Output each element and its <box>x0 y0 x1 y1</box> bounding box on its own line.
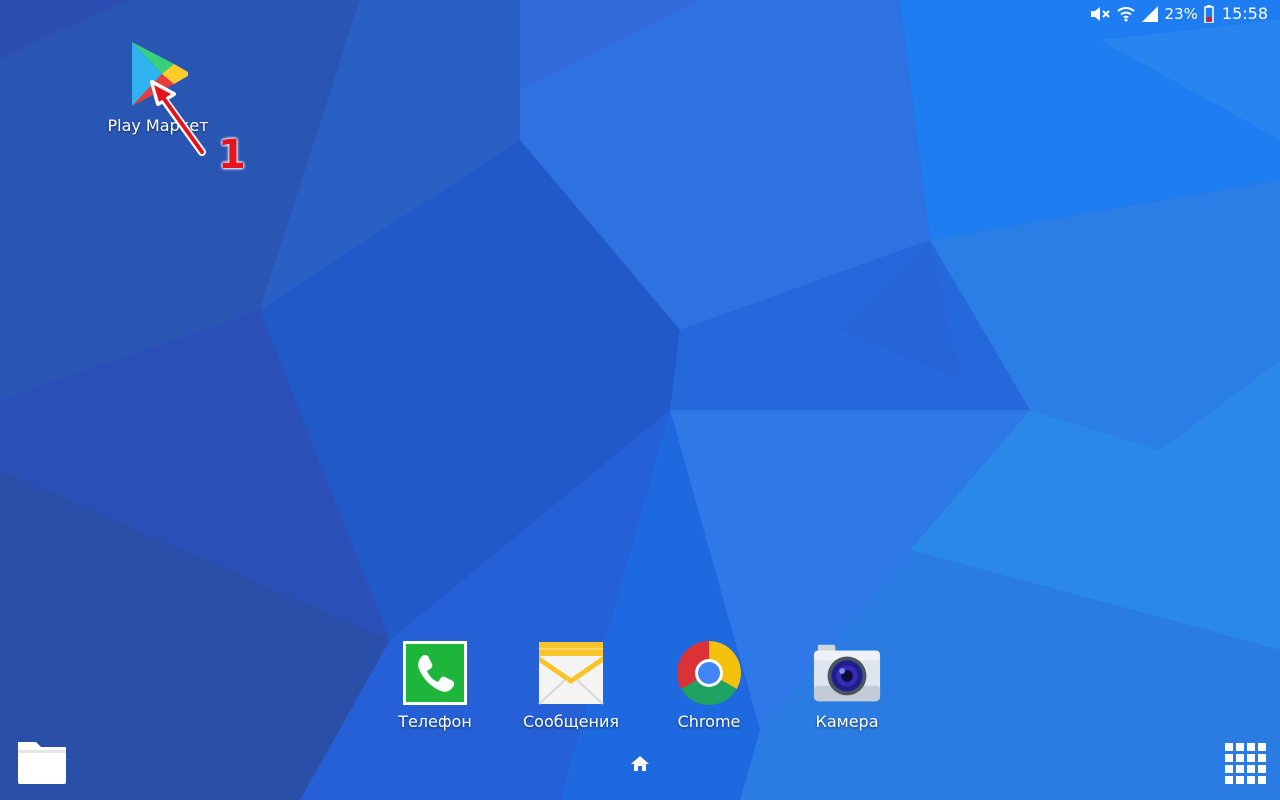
battery-icon <box>1204 4 1214 23</box>
messages-icon <box>536 638 606 708</box>
dock-camera-app[interactable]: Камера <box>792 638 902 731</box>
status-icons: 23% 15:58 <box>1089 4 1268 23</box>
dock-phone-app[interactable]: Телефон <box>380 638 490 731</box>
camera-icon <box>812 638 882 708</box>
dock-phone-label: Телефон <box>398 712 472 731</box>
apps-grid-icon <box>1225 743 1266 784</box>
apps-button[interactable] <box>1224 742 1268 786</box>
home-indicator[interactable] <box>630 755 650 773</box>
status-bar: 23% 15:58 <box>0 0 1280 28</box>
play-store-icon <box>126 40 190 112</box>
dock-camera-label: Камера <box>815 712 879 731</box>
dock-messages-label: Сообщения <box>522 712 619 731</box>
folder-button[interactable] <box>16 736 68 786</box>
battery-level: 23% <box>1164 4 1198 23</box>
status-clock: 15:58 <box>1221 4 1268 23</box>
wifi-icon <box>1116 6 1135 22</box>
dock-chrome-app[interactable]: Chrome <box>654 638 764 731</box>
home-icon <box>631 756 649 771</box>
chrome-icon <box>674 638 744 708</box>
dock-messages-app[interactable]: Сообщения <box>516 638 626 731</box>
dock-chrome-label: Chrome <box>677 712 741 731</box>
phone-icon <box>400 638 470 708</box>
folder-icon <box>18 742 66 784</box>
mute-icon <box>1089 6 1111 22</box>
play-store-app[interactable]: Play Маркет <box>96 40 220 135</box>
home-screen: 23% 15:58 Play Маркет 1 Телефон Сообщени… <box>0 0 1280 800</box>
annotation-number: 1 <box>218 132 246 178</box>
dock: Телефон Сообщения Chrome Камера <box>380 638 900 748</box>
play-store-label: Play Маркет <box>107 116 209 135</box>
signal-icon <box>1141 5 1159 22</box>
